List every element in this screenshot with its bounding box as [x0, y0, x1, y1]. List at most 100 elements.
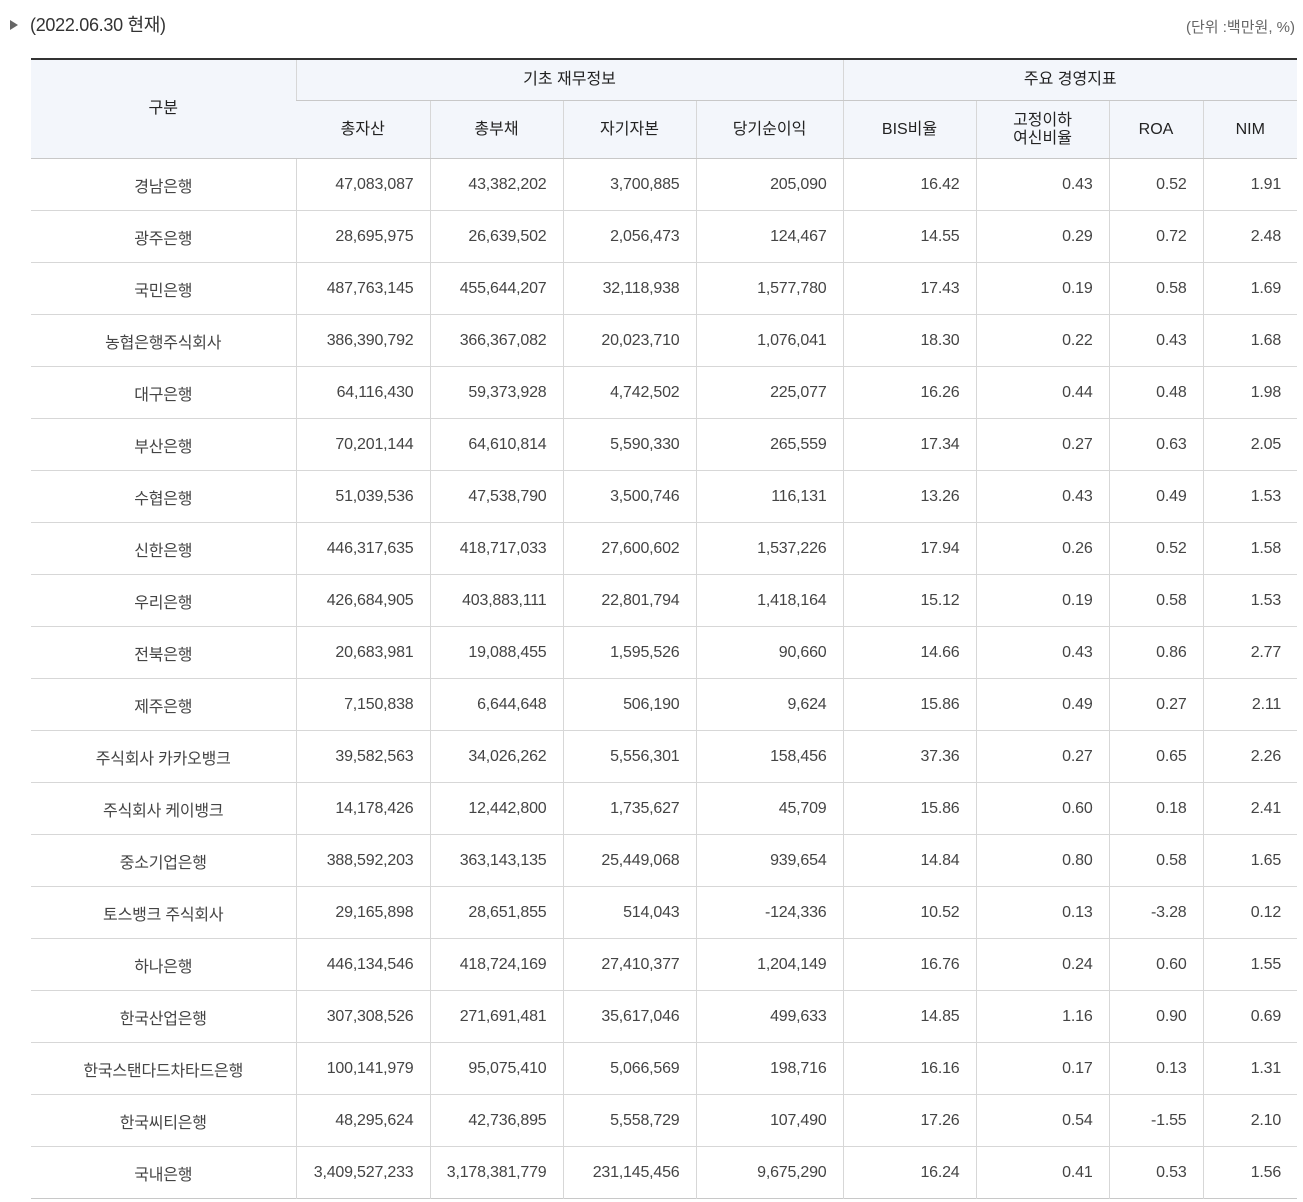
bank-name-cell: 한국씨티은행 — [31, 1094, 296, 1147]
roa-cell: 0.48 — [1108, 366, 1204, 419]
equity-cell: 4,742,502 — [562, 366, 696, 419]
equity-cell: 1,735,627 — [562, 782, 696, 835]
bis-ratio-cell: 18.30 — [842, 314, 977, 367]
equity-cell: 5,066,569 — [562, 1042, 696, 1095]
roa-cell: 0.65 — [1108, 730, 1204, 783]
bank-name-cell: 제주은행 — [31, 678, 296, 731]
net-income-cell: 45,709 — [695, 782, 844, 835]
nim-cell: 1.55 — [1202, 938, 1298, 991]
total-assets-cell: 446,134,546 — [295, 938, 430, 991]
nim-cell: 2.10 — [1202, 1094, 1298, 1147]
npl-ratio-cell: 0.44 — [975, 366, 1110, 419]
table-row: 부산은행 70,201,144 64,610,814 5,590,330 265,559… — [31, 418, 1298, 471]
equity-cell: 2,056,473 — [562, 210, 696, 263]
header-npl-ratio: 고정이하 여신비율 — [975, 100, 1110, 159]
npl-ratio-cell: 0.80 — [975, 834, 1110, 887]
nim-cell: 1.56 — [1202, 1146, 1298, 1199]
net-income-cell: 158,456 — [695, 730, 844, 783]
nim-cell: 2.05 — [1202, 418, 1298, 471]
equity-cell: 3,500,746 — [562, 470, 696, 523]
bis-ratio-cell: 15.12 — [842, 574, 977, 627]
net-income-cell: 1,076,041 — [695, 314, 844, 367]
equity-cell: 27,600,602 — [562, 522, 696, 575]
table-row: 국민은행 487,763,145 455,644,207 32,118,938 1,57… — [31, 262, 1298, 315]
npl-ratio-cell: 0.19 — [975, 574, 1110, 627]
bis-ratio-cell: 17.43 — [842, 262, 977, 315]
total-assets-cell: 7,150,838 — [295, 678, 430, 731]
equity-cell: 5,558,729 — [562, 1094, 696, 1147]
bank-name-cell: 경남은행 — [31, 158, 296, 211]
bis-ratio-cell: 14.85 — [842, 990, 977, 1043]
bank-name-cell: 하나은행 — [31, 938, 296, 991]
total-liabilities-cell: 418,724,169 — [429, 938, 563, 991]
npl-ratio-cell: 0.49 — [975, 678, 1110, 731]
net-income-cell: 9,675,290 — [695, 1146, 844, 1199]
total-liabilities-cell: 59,373,928 — [429, 366, 563, 419]
nim-cell: 1.31 — [1202, 1042, 1298, 1095]
nim-cell: 2.41 — [1202, 782, 1298, 835]
nim-cell: 2.77 — [1202, 626, 1298, 679]
total-liabilities-cell: 47,538,790 — [429, 470, 563, 523]
bank-name-cell: 수협은행 — [31, 470, 296, 523]
equity-cell: 231,145,456 — [562, 1146, 696, 1199]
bank-name-cell: 신한은행 — [31, 522, 296, 575]
nim-cell: 1.65 — [1202, 834, 1298, 887]
roa-cell: 0.27 — [1108, 678, 1204, 731]
bis-ratio-cell: 14.84 — [842, 834, 977, 887]
total-assets-cell: 386,390,792 — [295, 314, 430, 367]
roa-cell: 0.60 — [1108, 938, 1204, 991]
total-assets-cell: 307,308,526 — [295, 990, 430, 1043]
table-row: 주식회사 카카오뱅크 39,582,563 34,026,262 5,556,301 1… — [31, 730, 1298, 783]
table-row: 전북은행 20,683,981 19,088,455 1,595,526 90,660 1… — [31, 626, 1298, 679]
table-row: 우리은행 426,684,905 403,883,111 22,801,794 1,41… — [31, 574, 1298, 627]
bis-ratio-cell: 14.66 — [842, 626, 977, 679]
bis-ratio-cell: 16.16 — [842, 1042, 977, 1095]
roa-cell: 0.58 — [1108, 574, 1204, 627]
nim-cell: 1.91 — [1202, 158, 1298, 211]
bis-ratio-cell: 10.52 — [842, 886, 977, 939]
total-assets-cell: 39,582,563 — [295, 730, 430, 783]
npl-ratio-cell: 0.19 — [975, 262, 1110, 315]
roa-cell: 0.63 — [1108, 418, 1204, 471]
roa-cell: 0.18 — [1108, 782, 1204, 835]
npl-ratio-cell: 0.41 — [975, 1146, 1110, 1199]
table-row: 제주은행 7,150,838 6,644,648 506,190 9,624 15.86 0… — [31, 678, 1298, 731]
table-caption-bar: (2022.06.30 현재) (단위 :백만원, %) — [0, 0, 1303, 48]
npl-ratio-cell: 0.29 — [975, 210, 1110, 263]
npl-ratio-cell: 0.60 — [975, 782, 1110, 835]
net-income-cell: 265,559 — [695, 418, 844, 471]
bank-name-cell: 부산은행 — [31, 418, 296, 471]
roa-cell: 0.72 — [1108, 210, 1204, 263]
total-assets-cell: 100,141,979 — [295, 1042, 430, 1095]
table-row: 신한은행 446,317,635 418,717,033 27,600,602 1,53… — [31, 522, 1298, 575]
bank-name-cell: 주식회사 카카오뱅크 — [31, 730, 296, 783]
total-liabilities-cell: 3,178,381,779 — [429, 1146, 563, 1199]
table-row: 경남은행 47,083,087 43,382,202 3,700,885 205,090… — [31, 158, 1298, 211]
bank-name-cell: 국내은행 — [134, 1166, 193, 1184]
total-assets-cell: 29,165,898 — [295, 886, 430, 939]
equity-cell: 32,118,938 — [562, 262, 696, 315]
table-row: 중소기업은행 388,592,203 363,143,135 25,449,068 93… — [31, 834, 1298, 887]
nim-cell: 2.11 — [1202, 678, 1298, 731]
bis-ratio-cell: 13.26 — [842, 470, 977, 523]
bis-ratio-cell: 16.76 — [842, 938, 977, 991]
net-income-cell: 939,654 — [695, 834, 844, 887]
net-income-cell: 1,204,149 — [695, 938, 844, 991]
net-income-cell: 116,131 — [695, 470, 844, 523]
bank-name-cell: 광주은행 — [31, 210, 296, 263]
net-income-cell: 198,716 — [695, 1042, 844, 1095]
npl-ratio-cell: 0.24 — [975, 938, 1110, 991]
npl-ratio-cell: 0.26 — [975, 522, 1110, 575]
roa-cell: 0.90 — [1108, 990, 1204, 1043]
bank-name-cell: 중소기업은행 — [31, 834, 296, 887]
roa-cell: 0.86 — [1108, 626, 1204, 679]
table-row: 광주은행 28,695,975 26,639,502 2,056,473 124,467… — [31, 210, 1298, 263]
roa-cell: -3.28 — [1108, 886, 1204, 939]
nim-cell: 1.58 — [1202, 522, 1298, 575]
npl-ratio-cell: 0.54 — [975, 1094, 1110, 1147]
net-income-cell: 90,660 — [695, 626, 844, 679]
total-assets-cell: 20,683,981 — [295, 626, 430, 679]
net-income-cell: 225,077 — [695, 366, 844, 419]
total-assets-cell: 3,409,527,233 — [295, 1146, 430, 1199]
roa-cell: 0.58 — [1108, 834, 1204, 887]
